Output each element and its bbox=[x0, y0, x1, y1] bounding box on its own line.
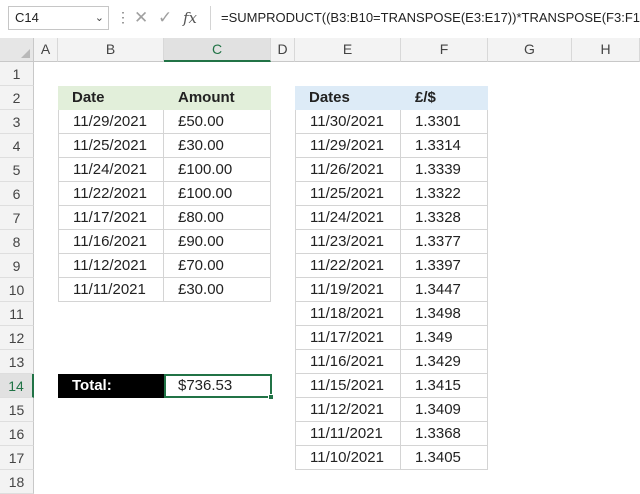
cancel-icon[interactable]: ✕ bbox=[134, 6, 148, 30]
table1-date-cell[interactable]: 11/11/2021 bbox=[58, 278, 164, 302]
table1-date-cell[interactable]: 11/25/2021 bbox=[58, 134, 164, 158]
name-box[interactable]: C14 ⌄ bbox=[8, 6, 109, 30]
table1-date-cell[interactable]: 11/29/2021 bbox=[58, 110, 164, 134]
column-header-f[interactable]: F bbox=[401, 38, 488, 62]
table2-rate-cell[interactable]: 1.3498 bbox=[401, 302, 488, 326]
table1-date-cell[interactable]: 11/17/2021 bbox=[58, 206, 164, 230]
column-header-a[interactable]: A bbox=[34, 38, 58, 62]
table1-amount-cell[interactable]: £100.00 bbox=[164, 182, 271, 206]
row-header-10[interactable]: 10 bbox=[0, 278, 34, 302]
fill-handle[interactable] bbox=[268, 394, 274, 400]
table1-date-cell[interactable]: 11/22/2021 bbox=[58, 182, 164, 206]
table2-rate-cell[interactable]: 1.3301 bbox=[401, 110, 488, 134]
column-header-b[interactable]: B bbox=[58, 38, 164, 62]
row-header-13[interactable]: 13 bbox=[0, 350, 34, 374]
table2-rate-cell[interactable]: 1.3322 bbox=[401, 182, 488, 206]
table2-date-cell[interactable]: 11/18/2021 bbox=[295, 302, 401, 326]
table2-date-cell[interactable]: 11/16/2021 bbox=[295, 350, 401, 374]
table2-header-dates[interactable]: Dates bbox=[295, 86, 401, 110]
table2-date-cell[interactable]: 11/12/2021 bbox=[295, 398, 401, 422]
row-header-8[interactable]: 8 bbox=[0, 230, 34, 254]
table2-date-cell[interactable]: 11/10/2021 bbox=[295, 446, 401, 470]
table1-date-cell[interactable]: 11/24/2021 bbox=[58, 158, 164, 182]
formula-input[interactable]: =SUMPRODUCT((B3:B10=TRANSPOSE(E3:E17))*T… bbox=[210, 6, 640, 30]
table2-rate-cell[interactable]: 1.3314 bbox=[401, 134, 488, 158]
table2-header-rate[interactable]: £/$ bbox=[401, 86, 488, 110]
table2-date-cell[interactable]: 11/25/2021 bbox=[295, 182, 401, 206]
table1-header-amount[interactable]: Amount bbox=[164, 86, 271, 110]
row-header-15[interactable]: 15 bbox=[0, 398, 34, 422]
table2-date-cell[interactable]: 11/17/2021 bbox=[295, 326, 401, 350]
column-header-d[interactable]: D bbox=[271, 38, 295, 62]
table2-date-cell[interactable]: 11/24/2021 bbox=[295, 206, 401, 230]
row-header-12[interactable]: 12 bbox=[0, 326, 34, 350]
table2-date-cell[interactable]: 11/11/2021 bbox=[295, 422, 401, 446]
table2-rate-cell[interactable]: 1.3447 bbox=[401, 278, 488, 302]
formula-icons: ✕ ✓ fx bbox=[128, 6, 204, 30]
table2-rate-cell[interactable]: 1.3368 bbox=[401, 422, 488, 446]
row-header-6[interactable]: 6 bbox=[0, 182, 34, 206]
enter-icon[interactable]: ✓ bbox=[158, 6, 172, 30]
table2-rate-cell[interactable]: 1.3328 bbox=[401, 206, 488, 230]
row-header-2[interactable]: 2 bbox=[0, 86, 34, 110]
row-header-16[interactable]: 16 bbox=[0, 422, 34, 446]
table1-amount-cell[interactable]: £100.00 bbox=[164, 158, 271, 182]
total-label-cell[interactable]: Total: bbox=[58, 374, 164, 398]
table2-date-cell[interactable]: 11/19/2021 bbox=[295, 278, 401, 302]
column-header-c[interactable]: C bbox=[164, 38, 271, 62]
formula-bar-area: C14 ⌄ ⋮ ✕ ✓ fx =SUMPRODUCT((B3:B10=TRANS… bbox=[0, 0, 640, 39]
name-box-value: C14 bbox=[15, 10, 39, 25]
table1-date-cell[interactable]: 11/12/2021 bbox=[58, 254, 164, 278]
row-header-3[interactable]: 3 bbox=[0, 110, 34, 134]
table1-amount-cell[interactable]: £50.00 bbox=[164, 110, 271, 134]
table1-amount-cell[interactable]: £90.00 bbox=[164, 230, 271, 254]
table1-amount-cell[interactable]: £30.00 bbox=[164, 278, 271, 302]
column-header-g[interactable]: G bbox=[488, 38, 572, 62]
column-header-e[interactable]: E bbox=[295, 38, 401, 62]
row-header-4[interactable]: 4 bbox=[0, 134, 34, 158]
table2-rate-cell[interactable]: 1.3339 bbox=[401, 158, 488, 182]
row-header-11[interactable]: 11 bbox=[0, 302, 34, 326]
column-header-h[interactable]: H bbox=[572, 38, 640, 62]
table2-date-cell[interactable]: 11/23/2021 bbox=[295, 230, 401, 254]
table2-rate-cell[interactable]: 1.3405 bbox=[401, 446, 488, 470]
row-header-17[interactable]: 17 bbox=[0, 446, 34, 470]
row-header-9[interactable]: 9 bbox=[0, 254, 34, 278]
spreadsheet-grid[interactable]: A B C D E F G H 1 2 3 4 5 6 7 8 9 10 11 12 13 14 15 16 17 18 Date A… bbox=[0, 38, 640, 494]
table2-rate-cell[interactable]: 1.3409 bbox=[401, 398, 488, 422]
table2-rate-cell[interactable]: 1.349 bbox=[401, 326, 488, 350]
table2-date-cell[interactable]: 11/30/2021 bbox=[295, 110, 401, 134]
row-header-7[interactable]: 7 bbox=[0, 206, 34, 230]
total-value-cell[interactable]: $736.53 bbox=[164, 374, 272, 398]
table2-rate-cell[interactable]: 1.3429 bbox=[401, 350, 488, 374]
row-header-5[interactable]: 5 bbox=[0, 158, 34, 182]
table2-date-cell[interactable]: 11/26/2021 bbox=[295, 158, 401, 182]
select-all-corner[interactable] bbox=[0, 38, 34, 62]
insert-function-icon[interactable]: fx bbox=[183, 6, 197, 30]
table2-rate-cell[interactable]: 1.3415 bbox=[401, 374, 488, 398]
table2-date-cell[interactable]: 11/29/2021 bbox=[295, 134, 401, 158]
table2-rate-cell[interactable]: 1.3397 bbox=[401, 254, 488, 278]
table2-rate-cell[interactable]: 1.3377 bbox=[401, 230, 488, 254]
row-header-1[interactable]: 1 bbox=[0, 62, 34, 86]
table2-date-cell[interactable]: 11/22/2021 bbox=[295, 254, 401, 278]
table1-amount-cell[interactable]: £30.00 bbox=[164, 134, 271, 158]
dropdown-icon[interactable]: ⌄ bbox=[95, 7, 104, 29]
row-header-14[interactable]: 14 bbox=[0, 374, 34, 398]
table1-amount-cell[interactable]: £70.00 bbox=[164, 254, 271, 278]
table1-header-date[interactable]: Date bbox=[58, 86, 164, 110]
table1-date-cell[interactable]: 11/16/2021 bbox=[58, 230, 164, 254]
row-header-18[interactable]: 18 bbox=[0, 470, 34, 494]
table1-amount-cell[interactable]: £80.00 bbox=[164, 206, 271, 230]
table2-date-cell[interactable]: 11/15/2021 bbox=[295, 374, 401, 398]
